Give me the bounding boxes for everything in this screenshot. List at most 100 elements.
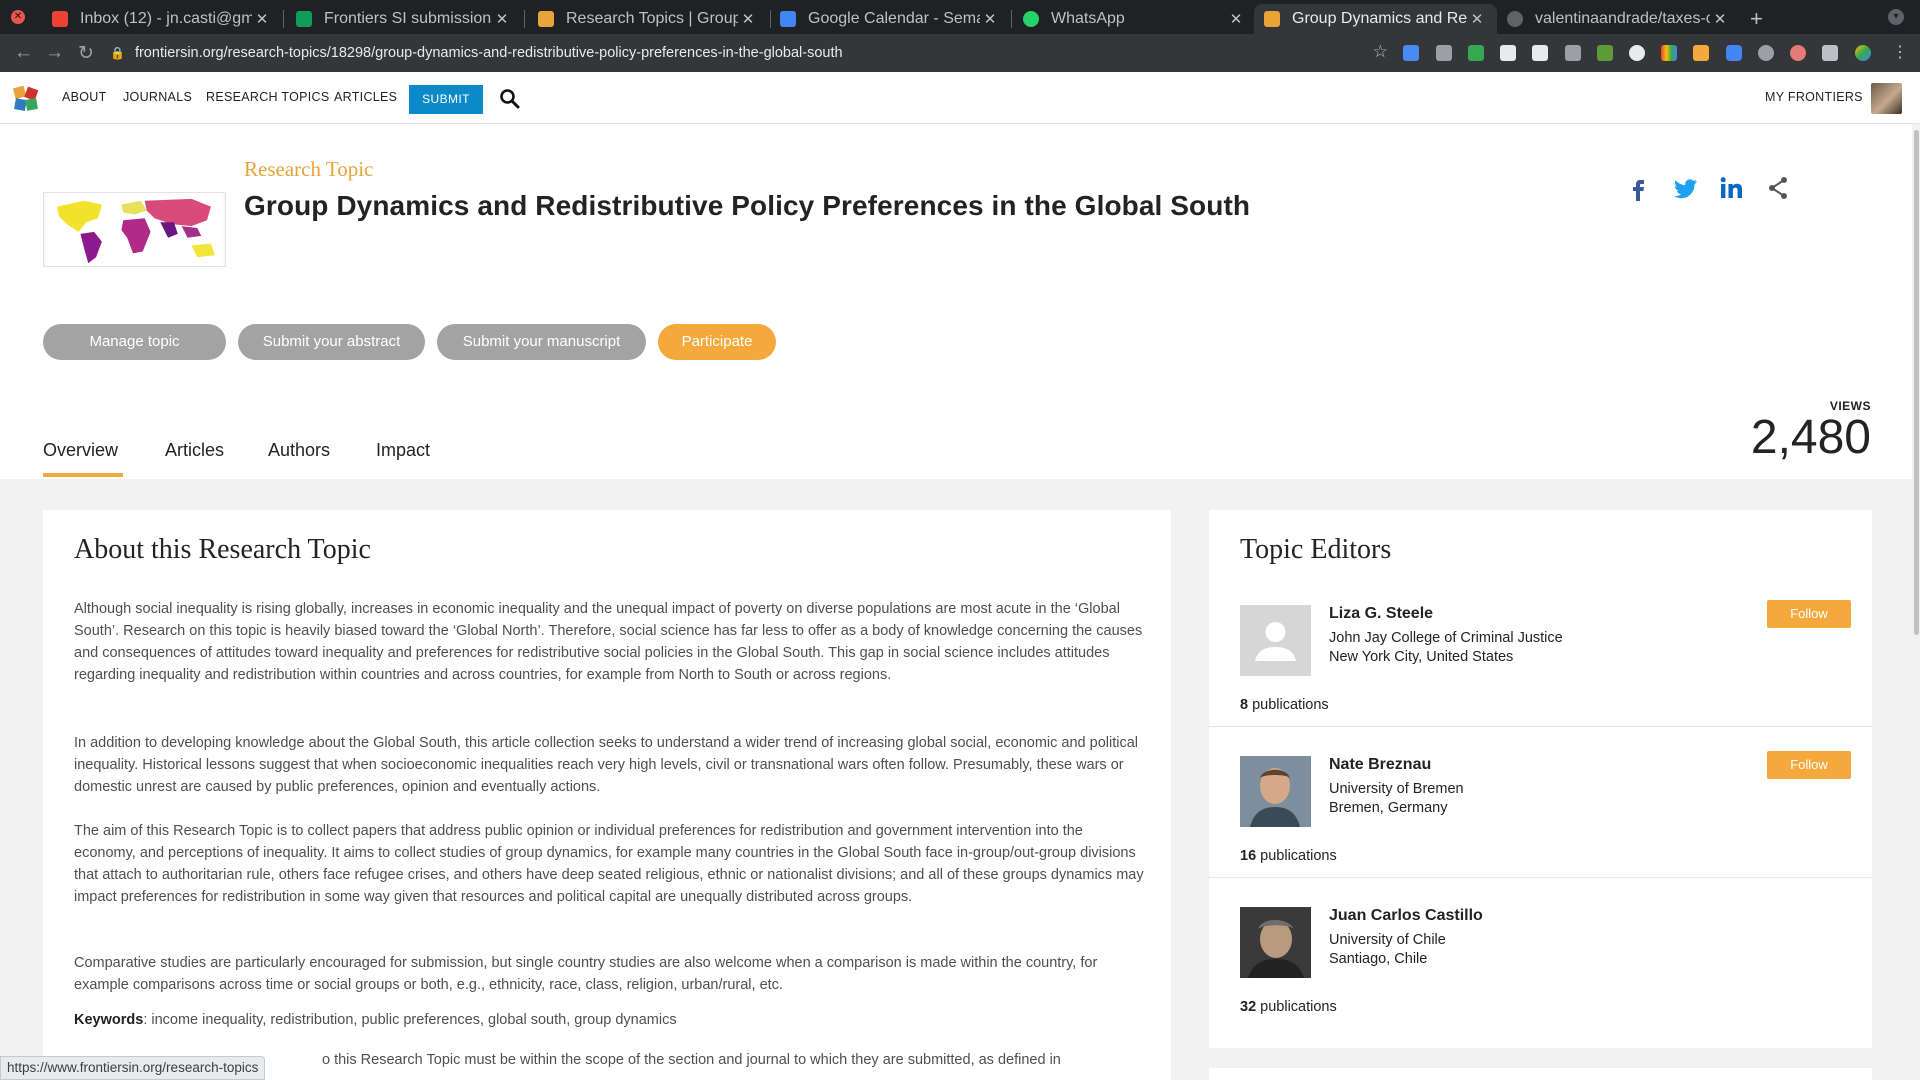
puzzle-extensions-icon[interactable] [1822, 45, 1838, 61]
browser-tab-sheets[interactable]: Frontiers SI submissions - ✕ [286, 4, 522, 34]
close-tab-icon[interactable]: ✕ [1710, 10, 1730, 28]
editor-institution: University of Bremen [1329, 781, 1464, 797]
editor-location: Santiago, Chile [1329, 951, 1428, 967]
editor-photo[interactable] [1240, 907, 1311, 978]
scrollbar-thumb[interactable] [1914, 130, 1919, 635]
editor-photo[interactable] [1240, 756, 1311, 827]
tab-title: WhatsApp [1051, 10, 1125, 27]
divider [1209, 726, 1872, 727]
nav-about[interactable]: ABOUT [62, 90, 107, 104]
about-paragraph: The aim of this Research Topic is to col… [74, 823, 1144, 905]
frontiers-logo[interactable] [12, 85, 40, 113]
browser-tab-github[interactable]: valentinaandrade/taxes-c ✕ [1497, 4, 1740, 34]
editor-publications: 16 publications [1240, 848, 1337, 864]
my-frontiers-link[interactable]: MY FRONTIERS [1765, 90, 1863, 104]
tab-overview[interactable]: Overview [43, 440, 118, 461]
editor-name[interactable]: Juan Carlos Castillo [1329, 907, 1483, 925]
new-tab-icon[interactable]: + [1750, 6, 1763, 32]
tab-title: Group Dynamics and Redi [1292, 10, 1467, 27]
tab-title: Inbox (12) - jn.casti@gma [80, 10, 252, 27]
extension-icon[interactable] [1565, 45, 1581, 61]
window-close-icon[interactable]: ✕ [11, 10, 25, 24]
profile-icon[interactable] [1855, 45, 1871, 61]
editor-item: Juan Carlos Castillo University of Chile… [1209, 907, 1872, 1058]
extension-icon[interactable] [1661, 45, 1677, 61]
publication-label: publications [1256, 999, 1337, 1015]
editor-institution: John Jay College of Criminal Justice [1329, 630, 1563, 646]
submit-abstract-button[interactable]: Submit your abstract [238, 324, 425, 360]
whatsapp-icon [1023, 11, 1039, 27]
tab-search-icon[interactable]: ▾ [1888, 9, 1904, 25]
github-icon [1507, 11, 1523, 27]
extension-icon[interactable] [1436, 45, 1452, 61]
facebook-icon[interactable] [1624, 174, 1652, 202]
browser-tab-inbox[interactable]: Inbox (12) - jn.casti@gma ✕ [42, 4, 282, 34]
close-tab-icon[interactable]: ✕ [738, 10, 758, 28]
tab-title: valentinaandrade/taxes-c [1535, 10, 1710, 27]
extension-icon[interactable] [1468, 45, 1484, 61]
forward-icon[interactable]: → [45, 42, 64, 64]
divider [1209, 877, 1872, 878]
avatar-placeholder-icon[interactable] [1240, 605, 1311, 676]
browser-tab-research-topics[interactable]: Research Topics | Group D ✕ [528, 4, 768, 34]
keywords-line: Keywords: income inequality, redistribut… [74, 1012, 677, 1028]
submit-button[interactable]: SUBMIT [409, 85, 483, 114]
extension-icon[interactable] [1532, 45, 1548, 61]
address-bar[interactable]: 🔒 frontiersin.org/research-topics/18298/… [110, 38, 1400, 68]
editor-name[interactable]: Liza G. Steele [1329, 605, 1433, 623]
url-text: frontiersin.org/research-topics/18298/gr… [134, 45, 843, 61]
browser-tab-active[interactable]: Group Dynamics and Redi ✕ [1254, 4, 1497, 34]
tab-authors[interactable]: Authors [268, 440, 330, 461]
editors-heading: Topic Editors [1240, 534, 1392, 565]
nav-research-topics[interactable]: RESEARCH TOPICS [206, 90, 330, 104]
follow-button[interactable]: Follow [1767, 751, 1851, 779]
extension-icon[interactable] [1693, 45, 1709, 61]
about-paragraph: In addition to developing knowledge abou… [74, 735, 1138, 795]
close-tab-icon[interactable]: ✕ [980, 10, 1000, 28]
menu-kebab-icon[interactable]: ⋮ [1892, 45, 1908, 61]
bookmark-star-icon[interactable]: ☆ [1373, 42, 1388, 62]
extension-icon[interactable] [1629, 45, 1645, 61]
editor-affiliation: University of Chile Santiago, Chile [1329, 931, 1446, 969]
extension-icon[interactable] [1758, 45, 1774, 61]
topic-header: Research Topic Group Dynamics and Redist… [0, 124, 1920, 479]
user-avatar[interactable] [1871, 83, 1902, 114]
zoom-extension-icon[interactable] [1726, 45, 1742, 61]
browser-tab-calendar[interactable]: Google Calendar - Seman ✕ [770, 4, 1010, 34]
about-paragraph: Comparative studies are particularly enc… [74, 955, 1098, 993]
extension-icon[interactable] [1790, 45, 1806, 61]
follow-button[interactable]: Follow [1767, 600, 1851, 628]
lock-icon: 🔒 [110, 46, 125, 60]
docs-extension-icon[interactable] [1403, 45, 1419, 61]
submit-manuscript-button[interactable]: Submit your manuscript [437, 324, 646, 360]
search-icon[interactable] [499, 88, 520, 109]
tab-articles[interactable]: Articles [165, 440, 224, 461]
extension-icon[interactable] [1500, 45, 1516, 61]
linkedin-icon[interactable] [1717, 174, 1745, 202]
close-tab-icon[interactable]: ✕ [492, 10, 512, 28]
tab-title: Google Calendar - Seman [808, 10, 980, 27]
close-tab-icon[interactable]: ✕ [252, 10, 272, 28]
sheets-icon [296, 11, 312, 27]
reload-icon[interactable]: ↻ [78, 42, 94, 65]
editor-publications: 32 publications [1240, 999, 1337, 1015]
editor-publications: 8 publications [1240, 697, 1329, 713]
tab-impact[interactable]: Impact [376, 440, 430, 461]
editor-name[interactable]: Nate Breznau [1329, 756, 1431, 774]
share-icon[interactable] [1764, 174, 1792, 202]
editor-affiliation: John Jay College of Criminal Justice New… [1329, 629, 1563, 667]
close-tab-icon[interactable]: ✕ [1467, 10, 1487, 28]
nav-journals[interactable]: JOURNALS [123, 90, 192, 104]
participate-button[interactable]: Participate [658, 324, 776, 360]
publication-label: publications [1248, 697, 1329, 713]
browser-tab-whatsapp[interactable]: WhatsApp ✕ [1013, 4, 1256, 34]
world-map-thumbnail [43, 192, 226, 267]
twitter-icon[interactable] [1671, 174, 1699, 202]
manage-topic-button[interactable]: Manage topic [43, 324, 226, 360]
nav-articles[interactable]: ARTICLES [334, 90, 397, 104]
extension-icon[interactable] [1597, 45, 1613, 61]
active-tab-indicator [43, 473, 123, 477]
close-tab-icon[interactable]: ✕ [1226, 10, 1246, 28]
back-icon[interactable]: ← [14, 42, 33, 64]
about-card: About this Research Topic Although socia… [43, 510, 1171, 1080]
